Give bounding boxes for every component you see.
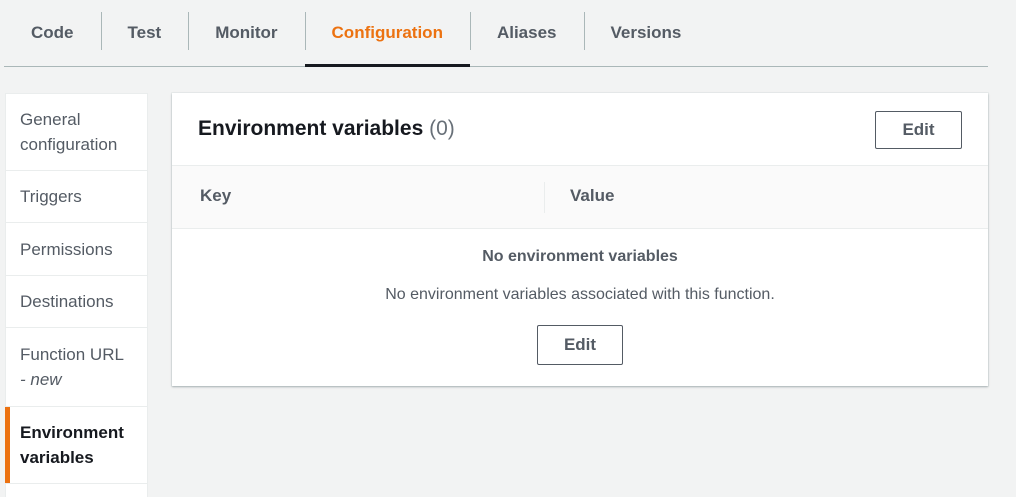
sidenav-item-function-url[interactable]: Function URL - new	[6, 328, 147, 407]
configuration-sidenav: General configuration Triggers Permissio…	[5, 93, 148, 497]
sidenav-item-triggers[interactable]: Triggers	[6, 171, 147, 223]
panel-header: Environment variables (0) Edit	[172, 93, 988, 166]
tab-configuration[interactable]: Configuration	[304, 0, 471, 67]
table-header: Key Value	[172, 166, 988, 229]
empty-state-description: No environment variables associated with…	[385, 286, 775, 303]
column-divider	[544, 182, 545, 213]
tab-monitor[interactable]: Monitor	[188, 0, 304, 66]
tab-aliases[interactable]: Aliases	[469, 0, 584, 66]
sidenav-item-label: General configuration	[20, 110, 118, 154]
sidenav-item-general-configuration[interactable]: General configuration	[6, 94, 147, 171]
sidenav-item-environment-variables[interactable]: Environment variables	[5, 407, 147, 484]
sidenav-item-permissions[interactable]: Permissions	[6, 223, 147, 276]
sidenav-item-label: Permissions	[20, 239, 113, 259]
tab-versions[interactable]: Versions	[583, 0, 709, 66]
sidenav-item-label: Triggers	[20, 187, 82, 206]
panel-count: (0)	[429, 117, 455, 140]
panel-title-text: Environment variables	[198, 117, 424, 140]
sidenav-item-label: Function URL	[20, 345, 124, 364]
edit-button[interactable]: Edit	[875, 111, 962, 149]
sidenav-item-destinations[interactable]: Destinations	[6, 276, 147, 328]
tab-code[interactable]: Code	[4, 0, 101, 66]
sidenav-item-label: Environment variables	[20, 423, 124, 467]
panel-title: Environment variables (0)	[198, 117, 455, 141]
column-header-value: Value	[570, 186, 615, 205]
lambda-console: Code Test Monitor Configuration Aliases …	[0, 0, 1016, 497]
tab-bar: Code Test Monitor Configuration Aliases …	[4, 0, 988, 67]
tab-test[interactable]: Test	[100, 0, 189, 66]
column-header-key: Key	[200, 186, 232, 205]
empty-state-edit-button[interactable]: Edit	[537, 325, 623, 365]
environment-variables-panel: Environment variables (0) Edit Key Value…	[172, 93, 988, 386]
new-badge: - new	[20, 370, 62, 389]
empty-state-title: No environment variables	[482, 248, 678, 265]
sidenav-item-label: Destinations	[20, 292, 114, 311]
